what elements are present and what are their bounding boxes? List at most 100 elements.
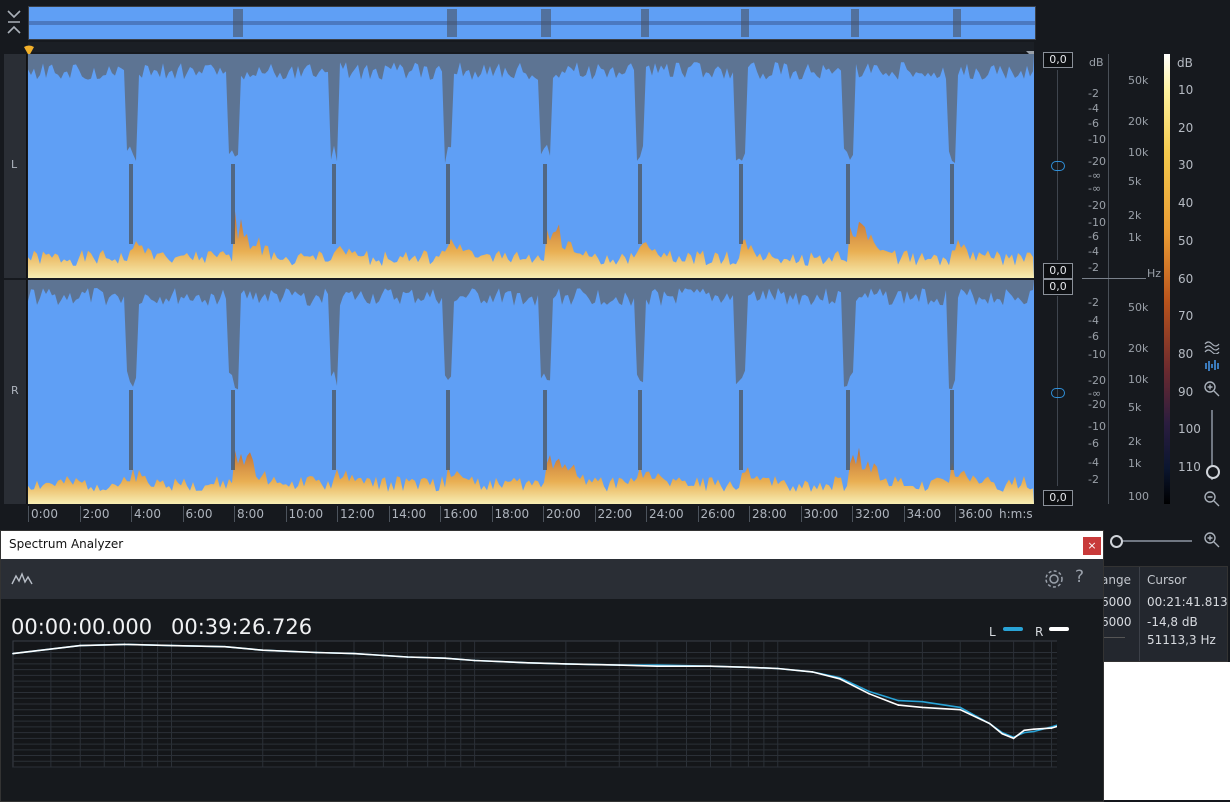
peak-readout-right-top: 0,0 xyxy=(1043,279,1073,295)
gain-handle-right[interactable] xyxy=(1051,388,1065,398)
zoom-in-vertical-icon[interactable] xyxy=(1202,380,1222,400)
window-titlebar[interactable]: Spectrum Analyzer × xyxy=(1,531,1103,559)
frequency-label: 5k xyxy=(1128,401,1142,414)
data-point-L xyxy=(921,700,924,703)
timeline-unit: h:m:s xyxy=(999,507,1033,521)
analyzer-toolbar: ? xyxy=(1,559,1103,599)
playhead-marker-icon[interactable] xyxy=(23,42,35,56)
frequency-label: 10k xyxy=(1128,373,1149,386)
cursor-frequency: 51113,3 Hz xyxy=(1147,633,1216,647)
data-point-R xyxy=(353,652,355,655)
timeline-tick xyxy=(388,506,390,522)
frequency-label: 2k xyxy=(1128,209,1142,222)
close-button[interactable]: × xyxy=(1083,537,1101,555)
timeline-tick xyxy=(285,506,287,522)
range-divider xyxy=(1101,637,1125,638)
timeline-tick xyxy=(594,506,596,522)
legend-left[interactable]: L xyxy=(989,621,1023,640)
data-point-R xyxy=(565,663,567,665)
peak-readout-left-top: 0,0 xyxy=(1043,52,1073,68)
timeline-tick-label: 6:00 xyxy=(185,507,213,521)
data-point-R xyxy=(988,722,991,725)
colorbar-label: 80 xyxy=(1178,346,1194,361)
data-point-R xyxy=(79,644,81,647)
frequency-label: 50k xyxy=(1128,74,1149,87)
timeline-tick xyxy=(491,506,493,522)
colorbar-label: 30 xyxy=(1178,158,1194,173)
db-label: -20 xyxy=(1088,199,1106,212)
timeline-tick-label: 4:00 xyxy=(134,507,161,521)
spectrum-analyzer-window: Spectrum Analyzer × ? 00:00:00.000 00:39… xyxy=(0,530,1104,802)
horizontal-zoom-slider[interactable] xyxy=(1116,540,1192,542)
collapse-overview-icon[interactable] xyxy=(4,8,24,36)
range-row-2: 6000 xyxy=(1101,615,1132,629)
colorbar-label: 10 xyxy=(1178,83,1194,97)
timeline-tick xyxy=(79,506,81,522)
timeline-tick xyxy=(234,506,235,522)
timeline-tick xyxy=(852,506,853,522)
timeline-tick-label: 20:00 xyxy=(546,507,581,521)
timeline-tick-label: 10:00 xyxy=(288,507,324,521)
spectrogram-track-left[interactable] xyxy=(28,54,1034,278)
timeline-tick-label: 24:00 xyxy=(649,507,684,521)
data-point-L xyxy=(959,706,961,709)
colorbar-labels: 10 20 30 40 50 60 70 80 90 100 110 xyxy=(1176,0,1206,530)
db-label: -∞ xyxy=(1088,169,1102,182)
window-title: Spectrum Analyzer xyxy=(9,537,124,551)
colorbar-label: 60 xyxy=(1178,271,1194,286)
data-point-R xyxy=(1023,729,1025,732)
timeline-tick-label: 2:00 xyxy=(82,507,110,521)
db-label: -4 xyxy=(1088,245,1099,258)
data-point-R xyxy=(618,664,620,666)
data-point-R xyxy=(1050,727,1053,729)
zoom-out-vertical-icon[interactable] xyxy=(1202,490,1222,510)
db-label: -4 xyxy=(1088,456,1099,469)
selection-info-panel: ange Cursor 6000 6000 00:21:41.813 -14,8… xyxy=(1100,566,1228,662)
range-row-1: 6000 xyxy=(1101,595,1132,609)
horizontal-zoom-handle[interactable] xyxy=(1110,535,1123,548)
spectrogram-view-icon[interactable] xyxy=(1202,358,1222,378)
settings-gear-icon[interactable] xyxy=(1043,568,1065,594)
waveform-view-icon[interactable] xyxy=(1202,340,1222,360)
timeline-tick-label: 16:00 xyxy=(443,507,478,521)
data-point-L xyxy=(868,690,870,693)
db-label: -6 xyxy=(1088,330,1099,343)
timeline-ruler[interactable]: 0:00 2:00 4:00 6:00 8:00 10:00 12:00 14:00 16:00… xyxy=(28,504,1034,526)
timeline-tick-label: 30:00 xyxy=(803,507,839,521)
colorbar-label: 20 xyxy=(1178,120,1194,135)
vertical-zoom-handle[interactable] xyxy=(1206,465,1220,479)
timeline-tick xyxy=(903,506,905,522)
spectrogram-track-right[interactable] xyxy=(28,280,1034,504)
db-label: -10 xyxy=(1088,348,1106,361)
colorbar-label: 50 xyxy=(1178,233,1194,248)
legend-right[interactable]: R xyxy=(1035,621,1069,640)
help-icon[interactable]: ? xyxy=(1075,567,1084,587)
db-label: -2 xyxy=(1088,87,1099,100)
colorbar-label: 90 xyxy=(1178,384,1194,399)
time-ruler[interactable] xyxy=(28,42,1034,52)
timeline-tick xyxy=(28,506,29,522)
gain-handle-left[interactable] xyxy=(1051,161,1065,171)
cursor-db: -14,8 dB xyxy=(1147,615,1198,629)
data-point-R xyxy=(811,671,814,673)
spectrum-plot[interactable]: 401002004006001k2k4k6k10k20k40k60kHzdB40… xyxy=(1,639,1057,771)
data-point-R xyxy=(315,651,317,654)
data-point-R xyxy=(897,704,900,706)
zoom-in-horizontal-icon[interactable] xyxy=(1202,531,1222,551)
data-point-R xyxy=(838,678,841,680)
timeline-tick xyxy=(131,506,132,522)
channel-label-left[interactable]: L xyxy=(4,54,27,278)
spectrum-mode-icon[interactable] xyxy=(11,571,33,590)
timeline-tick-label: 18:00 xyxy=(494,507,530,521)
db-label: -20 xyxy=(1088,374,1106,387)
db-label: -∞ xyxy=(1088,182,1102,195)
db-scale-axis xyxy=(1108,54,1109,504)
data-point-R xyxy=(261,649,264,651)
channel-label-right[interactable]: R xyxy=(4,280,27,504)
db-label: -6 xyxy=(1088,437,1099,450)
waveform-overview[interactable] xyxy=(28,6,1036,40)
data-point-R xyxy=(921,706,924,709)
db-label: -6 xyxy=(1088,230,1099,243)
frequency-unit: Hz xyxy=(1147,267,1162,280)
data-point-R xyxy=(1012,737,1015,740)
